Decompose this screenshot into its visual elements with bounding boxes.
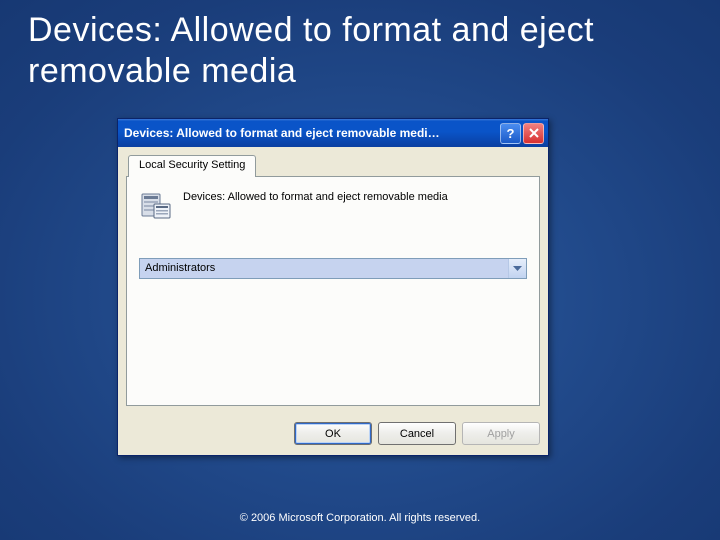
tab-panel: Devices: Allowed to format and eject rem… (126, 176, 540, 406)
ok-button[interactable]: OK (294, 422, 372, 445)
dialog-body: Local Security Setting (118, 147, 548, 414)
dropdown-value: Administrators (140, 259, 508, 278)
copyright: © 2006 Microsoft Corporation. All rights… (0, 512, 720, 524)
titlebar-buttons: ? (500, 123, 544, 144)
tabstrip: Local Security Setting (126, 155, 540, 177)
help-button[interactable]: ? (500, 123, 521, 144)
titlebar[interactable]: Devices: Allowed to format and eject rem… (118, 119, 548, 147)
properties-dialog: Devices: Allowed to format and eject rem… (117, 118, 549, 456)
tab-local-security-setting[interactable]: Local Security Setting (128, 155, 256, 177)
button-row: OK Cancel Apply (118, 414, 548, 455)
titlebar-text: Devices: Allowed to format and eject rem… (124, 126, 500, 140)
apply-button[interactable]: Apply (462, 422, 540, 445)
help-icon: ? (507, 126, 515, 141)
close-button[interactable] (523, 123, 544, 144)
slide-title: Devices: Allowed to format and eject rem… (0, 0, 720, 92)
close-icon (529, 128, 539, 138)
allowed-users-dropdown[interactable]: Administrators (139, 258, 527, 279)
policy-label: Devices: Allowed to format and eject rem… (183, 189, 448, 203)
policy-row: Devices: Allowed to format and eject rem… (139, 189, 527, 223)
chevron-down-icon (508, 259, 526, 278)
policy-icon (139, 189, 173, 223)
cancel-button[interactable]: Cancel (378, 422, 456, 445)
